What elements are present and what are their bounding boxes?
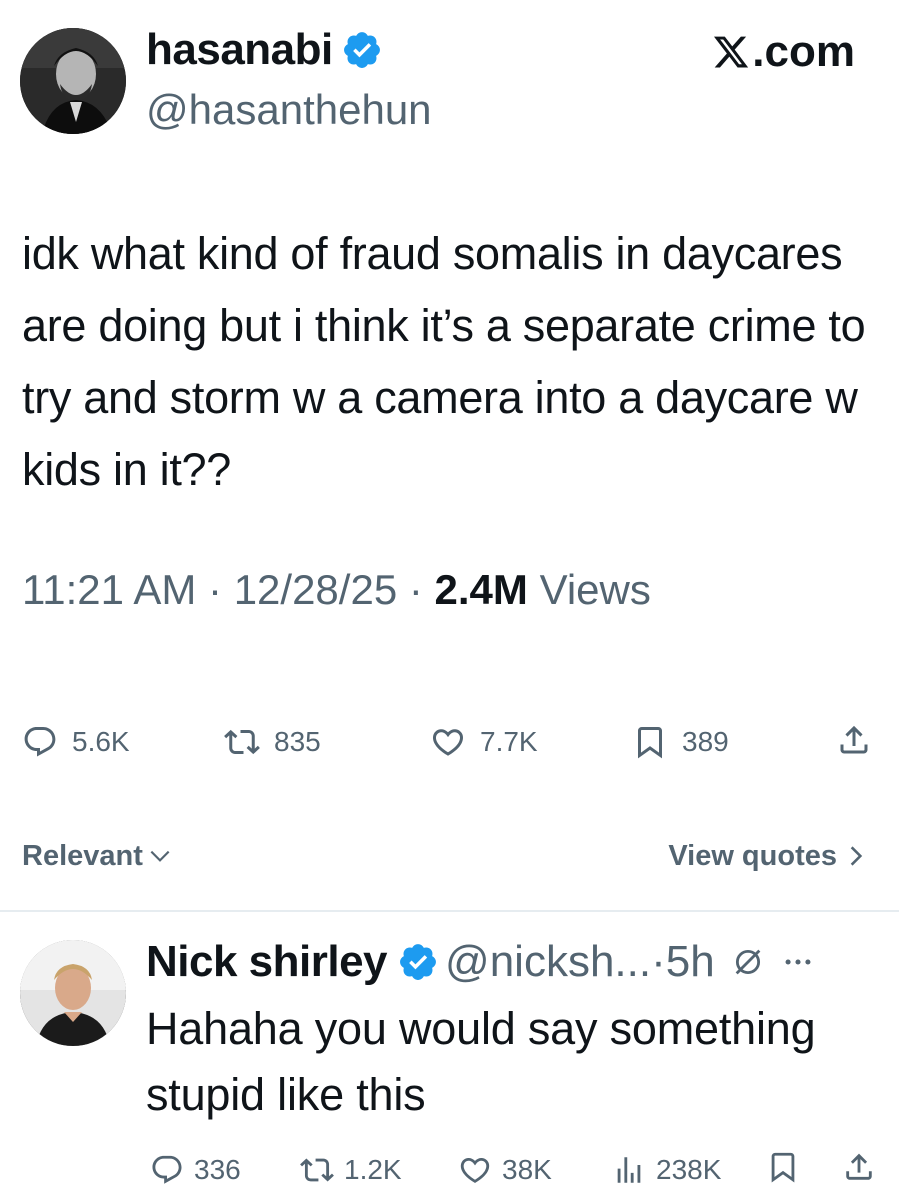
reply-header: Nick shirley @nicksh... · 5h <box>146 934 815 990</box>
repost-count: 835 <box>274 726 321 757</box>
reply-author-handle[interactable]: @nicksh... <box>445 934 651 990</box>
repost-button[interactable]: 835 <box>224 722 321 762</box>
x-logo-icon <box>714 36 749 68</box>
view-quotes-label: View quotes <box>668 840 837 872</box>
reply-author-name[interactable]: Nick shirley <box>146 934 388 990</box>
verified-badge-icon <box>343 32 380 68</box>
author-name-row[interactable]: hasanabi <box>146 24 383 76</box>
reply-icon <box>152 1155 182 1184</box>
share-icon <box>840 725 868 754</box>
reply-time[interactable]: 5h <box>666 934 715 990</box>
brand-watermark: .com <box>712 26 855 78</box>
reply-views-button[interactable]: 238K <box>612 1150 721 1190</box>
tweet-date[interactable]: 12/28/25 <box>234 566 398 613</box>
views-icon <box>617 1157 641 1183</box>
reply-like-count: 38K <box>502 1154 552 1185</box>
chevron-down-icon <box>150 850 170 862</box>
views-label: Views <box>539 566 651 613</box>
bookmark-icon <box>638 727 662 759</box>
reply-share-button[interactable] <box>842 1150 876 1184</box>
share-icon <box>846 1153 872 1180</box>
reply-bookmark-button[interactable] <box>766 1150 800 1184</box>
reply-views-count: 238K <box>656 1154 722 1185</box>
reply-count: 5.6K <box>72 726 130 757</box>
repost-icon <box>224 729 260 755</box>
reply-reply-button[interactable]: 336 <box>150 1150 241 1190</box>
like-icon <box>460 1157 490 1183</box>
sort-replies-dropdown[interactable]: Relevant <box>22 836 173 876</box>
like-button[interactable]: 7.7K <box>430 722 538 762</box>
views-count: 2.4M <box>434 566 528 613</box>
author-avatar[interactable] <box>20 28 126 134</box>
reply-icon <box>24 727 56 757</box>
meta-separator: · <box>651 937 666 986</box>
meta-separator: · <box>208 566 223 613</box>
like-count: 7.7K <box>480 726 538 757</box>
tweet-meta: 11:21 AM · 12/28/25 · 2.4M Views <box>22 562 651 618</box>
reply-author-avatar[interactable] <box>20 940 126 1046</box>
reply-button[interactable]: 5.6K <box>22 722 130 762</box>
sort-label: Relevant <box>22 840 143 872</box>
reply-like-button[interactable]: 38K <box>458 1150 552 1190</box>
verified-badge-icon <box>400 944 436 980</box>
brand-label: .com <box>752 27 855 76</box>
reply-repost-button[interactable]: 1.2K <box>300 1150 402 1190</box>
author-handle[interactable]: @hasanthehun <box>146 84 432 136</box>
reply-text: Hahaha you would say something stupid li… <box>146 1003 816 1120</box>
grok-icon[interactable] <box>731 945 765 979</box>
share-button[interactable] <box>836 722 872 758</box>
divider <box>0 910 899 912</box>
reply-reply-count: 336 <box>194 1154 241 1185</box>
reply-repost-count: 1.2K <box>344 1154 402 1185</box>
view-quotes-link[interactable]: View quotes <box>668 836 869 876</box>
repost-icon <box>300 1158 334 1182</box>
tweet-time[interactable]: 11:21 AM <box>22 566 196 613</box>
more-icon[interactable] <box>781 945 815 979</box>
author-name[interactable]: hasanabi <box>146 24 333 76</box>
like-icon <box>432 729 464 756</box>
meta-separator: · <box>408 566 423 613</box>
bookmark-button[interactable]: 389 <box>632 722 729 762</box>
tweet-text: idk what kind of fraud somalis in daycar… <box>22 228 866 495</box>
chevron-right-icon <box>850 846 863 866</box>
bookmark-icon <box>771 1152 795 1183</box>
bookmark-count: 389 <box>682 726 729 757</box>
